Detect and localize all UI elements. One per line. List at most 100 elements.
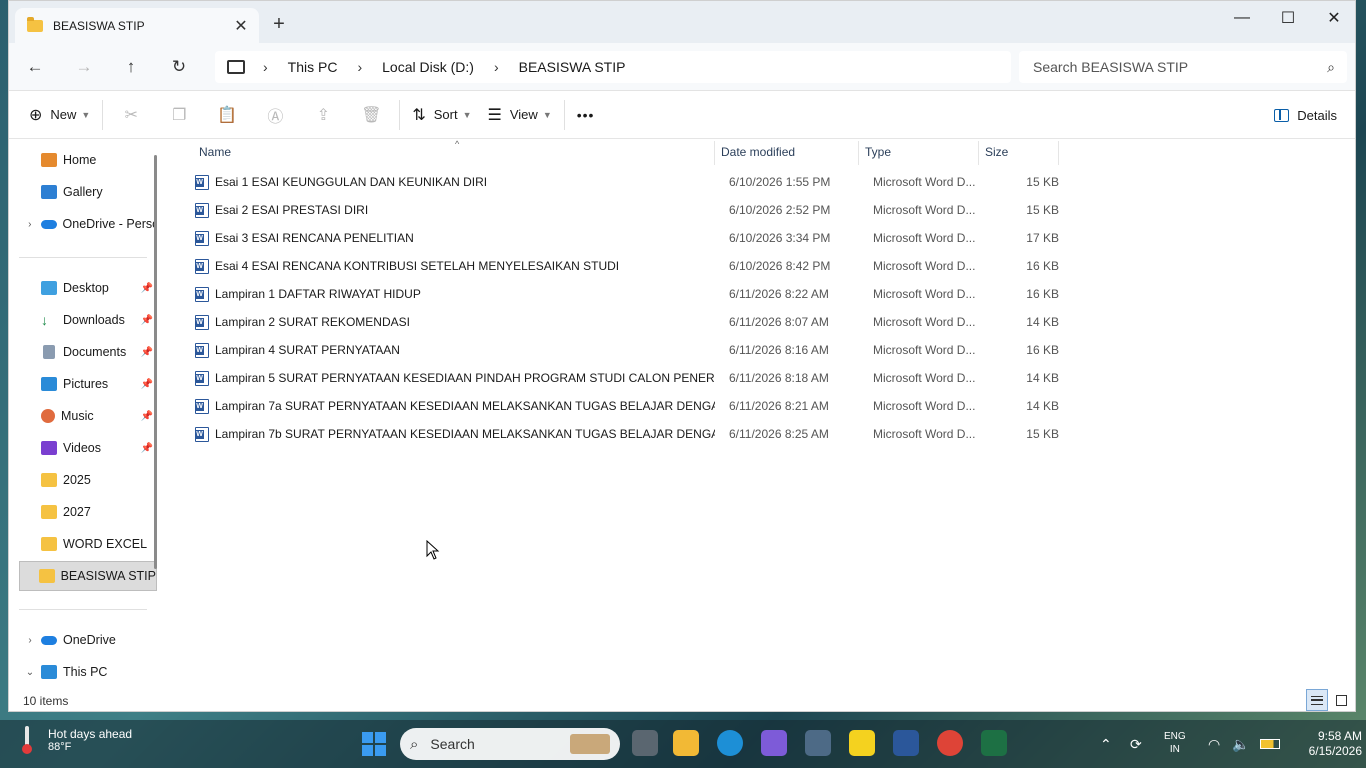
file-row[interactable]: Lampiran 5 SURAT PERNYATAAN KESEDIAAN PI…	[185, 364, 1065, 392]
sidebar-item-desktop[interactable]: Desktop 📌	[19, 273, 157, 303]
sidebar-item-onedrive-personal[interactable]: › OneDrive - Perso	[19, 209, 157, 239]
sidebar-item-home[interactable]: Home	[19, 145, 157, 175]
details-pane-button[interactable]: Details	[1274, 99, 1337, 131]
file-row[interactable]: Esai 2 ESAI PRESTASI DIRI 6/10/2026 2:52 …	[185, 196, 1065, 224]
close-window-button[interactable]: ✕	[1311, 1, 1355, 35]
sidebar-item-music[interactable]: Music 📌	[19, 401, 157, 431]
sidebar-item-label: OneDrive - Perso	[62, 217, 157, 231]
chevron-right-icon[interactable]: ›	[263, 59, 268, 75]
back-button[interactable]: ←	[21, 55, 49, 79]
folder-icon	[27, 16, 43, 32]
file-row[interactable]: Lampiran 7b SURAT PERNYATAAN KESEDIAAN M…	[185, 420, 1065, 448]
chevron-right-icon[interactable]: ›	[357, 59, 362, 75]
chevron-right-icon[interactable]: ›	[494, 59, 499, 75]
column-header-type[interactable]: Type	[865, 139, 891, 165]
chevron-down-icon[interactable]: ⌄	[19, 667, 41, 678]
sidebar-item-pictures[interactable]: Pictures 📌	[19, 369, 157, 399]
word-app-icon[interactable]	[893, 730, 919, 756]
file-type: Microsoft Word D...	[873, 259, 976, 273]
column-divider[interactable]	[858, 141, 859, 165]
sidebar-item-gallery[interactable]: Gallery	[19, 177, 157, 207]
sidebar-item-onedrive[interactable]: › OneDrive	[19, 625, 157, 655]
sync-icon[interactable]: ⟳	[1130, 736, 1142, 753]
taskbar-search[interactable]: ⌕ Search	[400, 728, 620, 760]
column-divider[interactable]	[1058, 141, 1059, 165]
search-icon[interactable]: ⌕	[1315, 59, 1347, 76]
file-row[interactable]: Lampiran 1 DAFTAR RIWAYAT HIDUP 6/11/2026…	[185, 280, 1065, 308]
rename-button[interactable]: Ⓐ	[251, 99, 299, 131]
breadcrumb-local-disk[interactable]: Local Disk (D:)	[376, 59, 480, 75]
edge-browser-icon[interactable]	[717, 730, 743, 756]
new-button[interactable]: ⊕ New ▼	[21, 99, 98, 131]
copilot-icon[interactable]	[761, 730, 787, 756]
large-icons-view-button[interactable]	[1330, 689, 1352, 711]
paste-button[interactable]: 📋	[203, 99, 251, 131]
breadcrumb-beasiswa-stip[interactable]: BEASISWA STIP	[513, 59, 632, 75]
chevron-up-icon[interactable]: ⌃	[1100, 736, 1112, 753]
copy-button[interactable]: ❐	[155, 99, 203, 131]
clock[interactable]: 9:58 AM 6/15/2026	[1290, 729, 1362, 759]
sort-button[interactable]: ⇅ Sort ▼	[404, 99, 479, 131]
file-row[interactable]: Lampiran 2 SURAT REKOMENDASI 6/11/2026 8:…	[185, 308, 1065, 336]
wifi-icon[interactable]: ◠	[1208, 736, 1220, 753]
column-header-name[interactable]: Name	[199, 139, 231, 165]
sticky-notes-icon[interactable]	[849, 730, 875, 756]
computer-icon[interactable]	[227, 60, 245, 74]
chevron-right-icon[interactable]: ›	[19, 219, 41, 230]
column-header-date[interactable]: Date modified	[721, 139, 795, 165]
file-explorer-taskbar-icon[interactable]	[673, 730, 699, 756]
start-button[interactable]	[362, 732, 386, 756]
sidebar-item-downloads[interactable]: ↓ Downloads 📌	[19, 305, 157, 335]
sidebar-item-this-pc[interactable]: ⌄ This PC	[19, 657, 157, 687]
sidebar-item-2025[interactable]: 2025	[19, 465, 157, 495]
volume-icon[interactable]: 🔈	[1232, 736, 1249, 753]
language-indicator[interactable]: ENG IN	[1164, 730, 1186, 756]
sort-ascending-icon: ^	[455, 139, 460, 149]
sidebar-item-documents[interactable]: Documents 📌	[19, 337, 157, 367]
maximize-button[interactable]: ☐	[1265, 1, 1311, 35]
sidebar-scrollbar[interactable]	[154, 155, 157, 569]
up-button[interactable]: ↑	[117, 55, 145, 79]
search-input[interactable]: Search BEASISWA STIP	[1033, 59, 1315, 75]
close-tab-icon[interactable]: ✕	[229, 16, 253, 36]
camera-app-icon[interactable]	[805, 730, 831, 756]
sidebar-item-word-excel[interactable]: WORD EXCEL	[19, 529, 157, 559]
chevron-down-icon: ▼	[542, 109, 552, 120]
file-row[interactable]: Esai 1 ESAI KEUNGGULAN DAN KEUNIKAN DIRI…	[185, 168, 1065, 196]
weather-temp: 88°F	[48, 741, 72, 753]
view-button[interactable]: ☰ View ▼	[480, 99, 560, 131]
sidebar-item-2027[interactable]: 2027	[19, 497, 157, 527]
chrome-browser-icon[interactable]	[937, 730, 963, 756]
chevron-right-icon[interactable]: ›	[19, 635, 41, 646]
column-header-size[interactable]: Size	[985, 139, 1008, 165]
cut-button[interactable]: ✂	[107, 99, 155, 131]
new-tab-button[interactable]: +	[267, 13, 291, 37]
address-bar[interactable]: › This PC › Local Disk (D:) › BEASISWA S…	[215, 51, 1011, 83]
search-box[interactable]: Search BEASISWA STIP ⌕	[1019, 51, 1347, 83]
column-divider[interactable]	[714, 141, 715, 165]
forward-button[interactable]: →	[70, 55, 98, 79]
weather-widget[interactable]: Hot days ahead 88°F	[22, 726, 132, 754]
file-row[interactable]: Esai 4 ESAI RENCANA KONTRIBUSI SETELAH M…	[185, 252, 1065, 280]
file-row[interactable]: Esai 3 ESAI RENCANA PENELITIAN 6/10/2026 …	[185, 224, 1065, 252]
excel-app-icon[interactable]	[981, 730, 1007, 756]
file-row[interactable]: Lampiran 4 SURAT PERNYATAAN 6/11/2026 8:1…	[185, 336, 1065, 364]
delete-button[interactable]: 🗑	[347, 99, 395, 131]
sidebar-item-label: 2025	[63, 473, 91, 487]
sidebar-item-beasiswa-stip[interactable]: BEASISWA STIP	[19, 561, 157, 591]
sidebar-item-videos[interactable]: Videos 📌	[19, 433, 157, 463]
tab-beasiswa-stip[interactable]: BEASISWA STIP ✕	[15, 8, 259, 43]
column-divider[interactable]	[978, 141, 979, 165]
more-options-button[interactable]: •••	[569, 99, 603, 131]
minimize-button[interactable]: —	[1219, 1, 1265, 35]
file-row[interactable]: Lampiran 7a SURAT PERNYATAAN KESEDIAAN M…	[185, 392, 1065, 420]
content-scrollbar[interactable]	[1355, 313, 1356, 571]
battery-icon[interactable]	[1260, 739, 1280, 749]
share-button[interactable]: ⇪	[299, 99, 347, 131]
window-controls: — ☐ ✕	[1219, 1, 1355, 35]
details-view-button[interactable]	[1306, 689, 1328, 711]
pictures-icon	[41, 377, 57, 391]
breadcrumb-this-pc[interactable]: This PC	[282, 59, 344, 75]
task-view-icon[interactable]	[632, 730, 658, 756]
refresh-button[interactable]: ↻	[165, 55, 193, 79]
